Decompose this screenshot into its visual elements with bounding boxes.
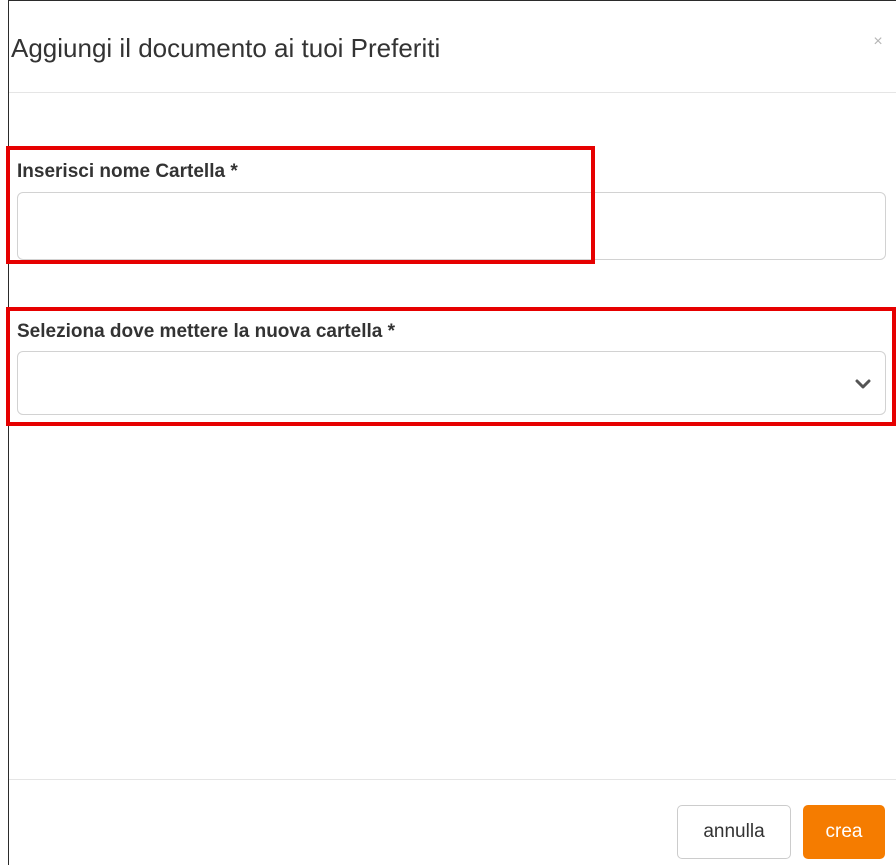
- create-button[interactable]: crea: [803, 805, 885, 859]
- destination-label: Seleziona dove mettere la nuova cartella…: [17, 321, 396, 342]
- destination-select[interactable]: [17, 351, 886, 415]
- chevron-down-icon: [855, 379, 871, 389]
- dialog-footer: annulla crea: [9, 779, 896, 866]
- cancel-button[interactable]: annulla: [677, 805, 791, 859]
- folder-name-input[interactable]: [17, 192, 886, 260]
- close-icon[interactable]: ×: [868, 31, 888, 53]
- dialog-title: Aggiungi il documento ai tuoi Preferiti: [11, 33, 441, 63]
- add-to-favorites-dialog: Aggiungi il documento ai tuoi Preferiti …: [8, 0, 896, 865]
- dialog-header: Aggiungi il documento ai tuoi Preferiti …: [9, 1, 896, 93]
- folder-name-label: Inserisci nome Cartella *: [17, 161, 238, 182]
